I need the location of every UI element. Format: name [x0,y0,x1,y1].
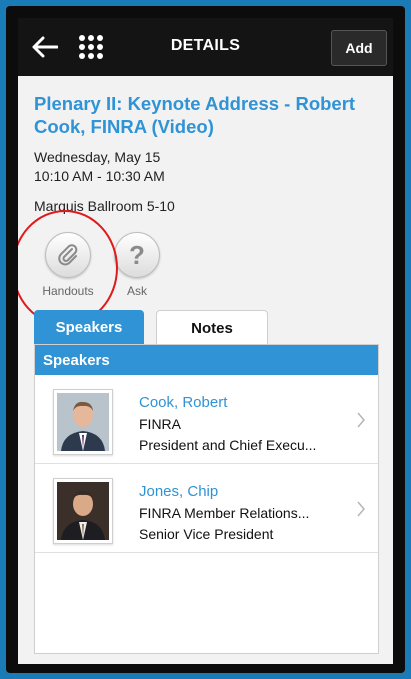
session-time: 10:10 AM - 10:30 AM [34,168,165,184]
avatar [57,482,109,540]
speaker-row-jones[interactable]: Jones, Chip FINRA Member Relations... Se… [35,464,378,553]
avatar [57,393,109,451]
speaker-organization: FINRA Member Relations... [139,505,310,521]
speakers-panel-header: Speakers [35,345,378,375]
session-date: Wednesday, May 15 [34,149,161,165]
app-screen: DETAILS Add Plenary II: Keynote Address … [18,18,393,664]
ask-button[interactable]: ? Ask [114,232,160,298]
speakers-panel: Speakers Cook, Robert FINRA President an… [34,344,379,654]
speaker-name[interactable]: Cook, Robert [139,394,227,411]
speaker-title: President and Chief Execu... [139,437,317,453]
speaker-photo-jones [53,478,113,544]
highlight-annotation [18,210,118,326]
tab-notes[interactable]: Notes [156,310,268,345]
add-button[interactable]: Add [331,30,387,66]
session-title: Plenary II: Keynote Address - Robert Coo… [34,93,356,137]
tab-speakers[interactable]: Speakers [34,310,144,344]
question-icon: ? [129,239,145,270]
speaker-name[interactable]: Jones, Chip [139,483,218,500]
speaker-title: Senior Vice President [139,526,274,542]
ask-circle[interactable]: ? [114,232,160,278]
speaker-photo-cook [53,389,113,455]
ask-label: Ask [126,284,147,298]
speaker-row-cook[interactable]: Cook, Robert FINRA President and Chief E… [35,375,378,464]
chevron-right-icon [357,412,365,428]
chevron-right-icon [357,501,365,517]
speaker-organization: FINRA [139,416,181,432]
top-bar: DETAILS Add [18,18,393,76]
